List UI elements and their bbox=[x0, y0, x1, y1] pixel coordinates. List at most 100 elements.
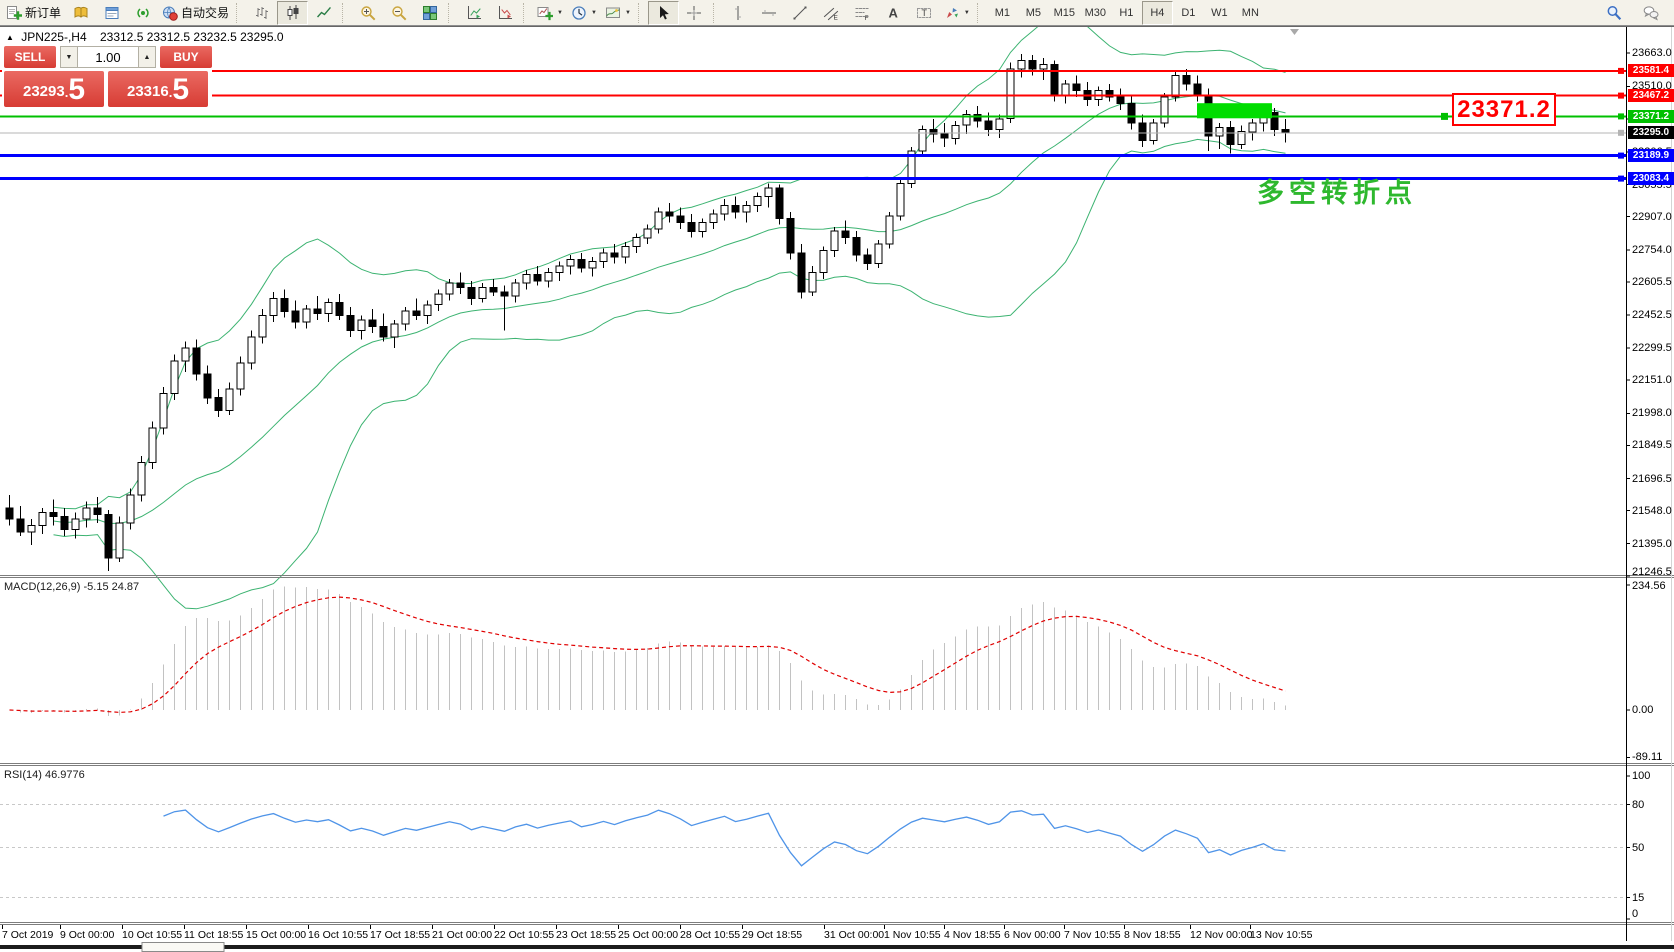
templates-button[interactable]: ▼ bbox=[601, 1, 635, 25]
timeframe-h1[interactable]: H1 bbox=[1111, 1, 1142, 25]
tile-windows-icon bbox=[422, 5, 438, 21]
tile-windows-button[interactable] bbox=[414, 1, 445, 25]
timeframe-m15[interactable]: M15 bbox=[1049, 1, 1080, 25]
new-chart-button[interactable]: ▼ bbox=[533, 1, 567, 25]
time-axis-label: 28 Oct 10:55 bbox=[680, 929, 741, 941]
timeframe-d1-label: D1 bbox=[1181, 6, 1196, 19]
time-axis-label: 29 Oct 18:55 bbox=[742, 929, 803, 941]
period-icon bbox=[571, 5, 587, 21]
rsi-axis-tick: 100 bbox=[1632, 770, 1651, 782]
svg-text:T: T bbox=[922, 8, 928, 18]
text-icon: A bbox=[885, 5, 901, 21]
rsi-axis-tick: 50 bbox=[1632, 841, 1645, 854]
text-button[interactable]: A bbox=[878, 1, 909, 25]
buy-price-int: 23316 bbox=[126, 83, 169, 100]
time-axis-label: 31 Oct 00:00 bbox=[824, 929, 885, 941]
price-axis-tick: 21998.0 bbox=[1632, 407, 1672, 420]
cursor-icon bbox=[655, 5, 671, 21]
data-window-button[interactable] bbox=[96, 1, 127, 25]
price-tag: 23083.4 bbox=[1628, 172, 1674, 186]
turning-point-annotation: 多空转折点 bbox=[1257, 178, 1417, 208]
sell-price-button[interactable]: 23293. 5 bbox=[4, 71, 104, 107]
timeframe-m1[interactable]: M1 bbox=[987, 1, 1018, 25]
macd-indicator-label: MACD(12,26,9) -5.15 24.87 bbox=[4, 581, 140, 593]
trendline-icon bbox=[792, 5, 808, 21]
chevron-down-icon: ▼ bbox=[590, 9, 597, 16]
timeframe-h4-label: H4 bbox=[1150, 6, 1165, 19]
time-axis-label: 4 Nov 18:55 bbox=[944, 929, 1001, 941]
buy-price-button[interactable]: 23316. 5 bbox=[108, 71, 208, 107]
vertical-line-button[interactable] bbox=[723, 1, 754, 25]
signals-button[interactable] bbox=[127, 1, 158, 25]
h-scrollbar-thumb[interactable] bbox=[141, 942, 225, 952]
fibonacci-button[interactable]: F bbox=[847, 1, 878, 25]
price-axis-tick: 21246.5 bbox=[1632, 566, 1672, 578]
mt4-terminal: 新订单 自动交易 ▼ ▼ ▼ E F A T ▼ M1 M5 M15 M30 H1 H4 D1 W1 MN ▲ JP… bbox=[0, 0, 1674, 952]
rsi-axis-tick: 15 bbox=[1632, 891, 1645, 904]
sell-button[interactable]: SELL bbox=[4, 46, 56, 68]
channel-icon: E bbox=[823, 5, 839, 21]
volume-input[interactable]: 1.00 bbox=[78, 46, 138, 68]
bar-chart-button[interactable] bbox=[246, 1, 277, 25]
arrows-button[interactable]: ▼ bbox=[940, 1, 974, 25]
timeframe-w1-label: W1 bbox=[1211, 6, 1228, 19]
symbol-timeframe: JPN225-,H4 bbox=[21, 30, 87, 44]
horizontal-line-button[interactable] bbox=[754, 1, 785, 25]
time-axis-label: 7 Oct 2019 bbox=[2, 929, 54, 941]
search-button[interactable] bbox=[1598, 1, 1629, 25]
autotrading-button[interactable]: 自动交易 bbox=[158, 1, 233, 25]
chevron-down-icon: ▼ bbox=[963, 9, 970, 16]
chevron-down-icon: ▼ bbox=[624, 9, 631, 16]
price-tag: 23295.0 bbox=[1628, 126, 1674, 140]
zoom-in-button[interactable] bbox=[352, 1, 383, 25]
time-axis-label: 11 Oct 18:55 bbox=[184, 929, 244, 941]
collapse-panel-icon[interactable]: ▲ bbox=[6, 33, 14, 42]
auto-arrange-button[interactable] bbox=[458, 1, 489, 25]
charts-book-button[interactable] bbox=[65, 1, 96, 25]
fibo-icon: F bbox=[854, 5, 870, 21]
price-tag: 23467.2 bbox=[1628, 89, 1674, 103]
zoom-out-icon bbox=[391, 5, 407, 21]
zoom-out-button[interactable] bbox=[383, 1, 414, 25]
hline-icon bbox=[761, 5, 777, 21]
buy-button[interactable]: BUY bbox=[160, 46, 212, 68]
toolbar: 新订单 自动交易 ▼ ▼ ▼ E F A T ▼ M1 M5 M15 M30 H1 H4 D1 W1 MN bbox=[0, 0, 1674, 26]
price-callout[interactable]: 23371.2 bbox=[1452, 93, 1556, 126]
price-axis-tick: 23663.0 bbox=[1632, 47, 1672, 60]
price-tag: 23371.2 bbox=[1628, 109, 1674, 123]
trendline-button[interactable] bbox=[785, 1, 816, 25]
text-label-button[interactable]: T bbox=[909, 1, 940, 25]
price-axis-tick: 22754.0 bbox=[1632, 243, 1672, 256]
timeframe-mn[interactable]: MN bbox=[1235, 1, 1266, 25]
volume-down-button[interactable]: ▼ bbox=[60, 46, 78, 68]
autotrading-button-label: 自动交易 bbox=[181, 6, 230, 20]
arrange-down-icon bbox=[497, 5, 513, 21]
time-axis-label: 12 Nov 00:00 bbox=[1190, 929, 1253, 941]
chart-shift-button[interactable] bbox=[489, 1, 520, 25]
timeframe-h4[interactable]: H4 bbox=[1141, 0, 1173, 25]
timeframe-d1[interactable]: D1 bbox=[1173, 1, 1204, 25]
price-axis-tick: 22299.5 bbox=[1632, 342, 1672, 355]
channel-button[interactable]: E bbox=[816, 1, 847, 25]
autotrading-icon bbox=[162, 5, 178, 21]
chart-canvas[interactable] bbox=[0, 0, 1674, 952]
price-axis-tick: 21548.0 bbox=[1632, 504, 1672, 517]
chevron-down-icon: ▼ bbox=[557, 9, 563, 16]
price-axis-tick: 22907.0 bbox=[1632, 210, 1672, 223]
crosshair-button[interactable] bbox=[679, 1, 710, 25]
line-chart-button[interactable] bbox=[308, 1, 339, 25]
periods-button[interactable]: ▼ bbox=[567, 1, 601, 25]
volume-up-button[interactable]: ▲ bbox=[138, 46, 156, 68]
timeframe-m30[interactable]: M30 bbox=[1080, 1, 1111, 25]
buy-price-big-digit: 5 bbox=[172, 73, 190, 106]
new-order-button[interactable]: 新订单 bbox=[2, 1, 65, 25]
price-axis-tick: 22151.0 bbox=[1632, 374, 1672, 387]
timeframe-w1[interactable]: W1 bbox=[1204, 1, 1235, 25]
arrange-up-icon bbox=[466, 5, 482, 21]
bar-chart-icon bbox=[254, 5, 270, 21]
chat-button[interactable] bbox=[1635, 1, 1666, 25]
rsi-indicator-label: RSI(14) 46.9776 bbox=[4, 769, 85, 781]
cursor-button[interactable] bbox=[647, 0, 679, 25]
candle-chart-button[interactable] bbox=[277, 0, 309, 25]
timeframe-m5[interactable]: M5 bbox=[1018, 1, 1049, 25]
